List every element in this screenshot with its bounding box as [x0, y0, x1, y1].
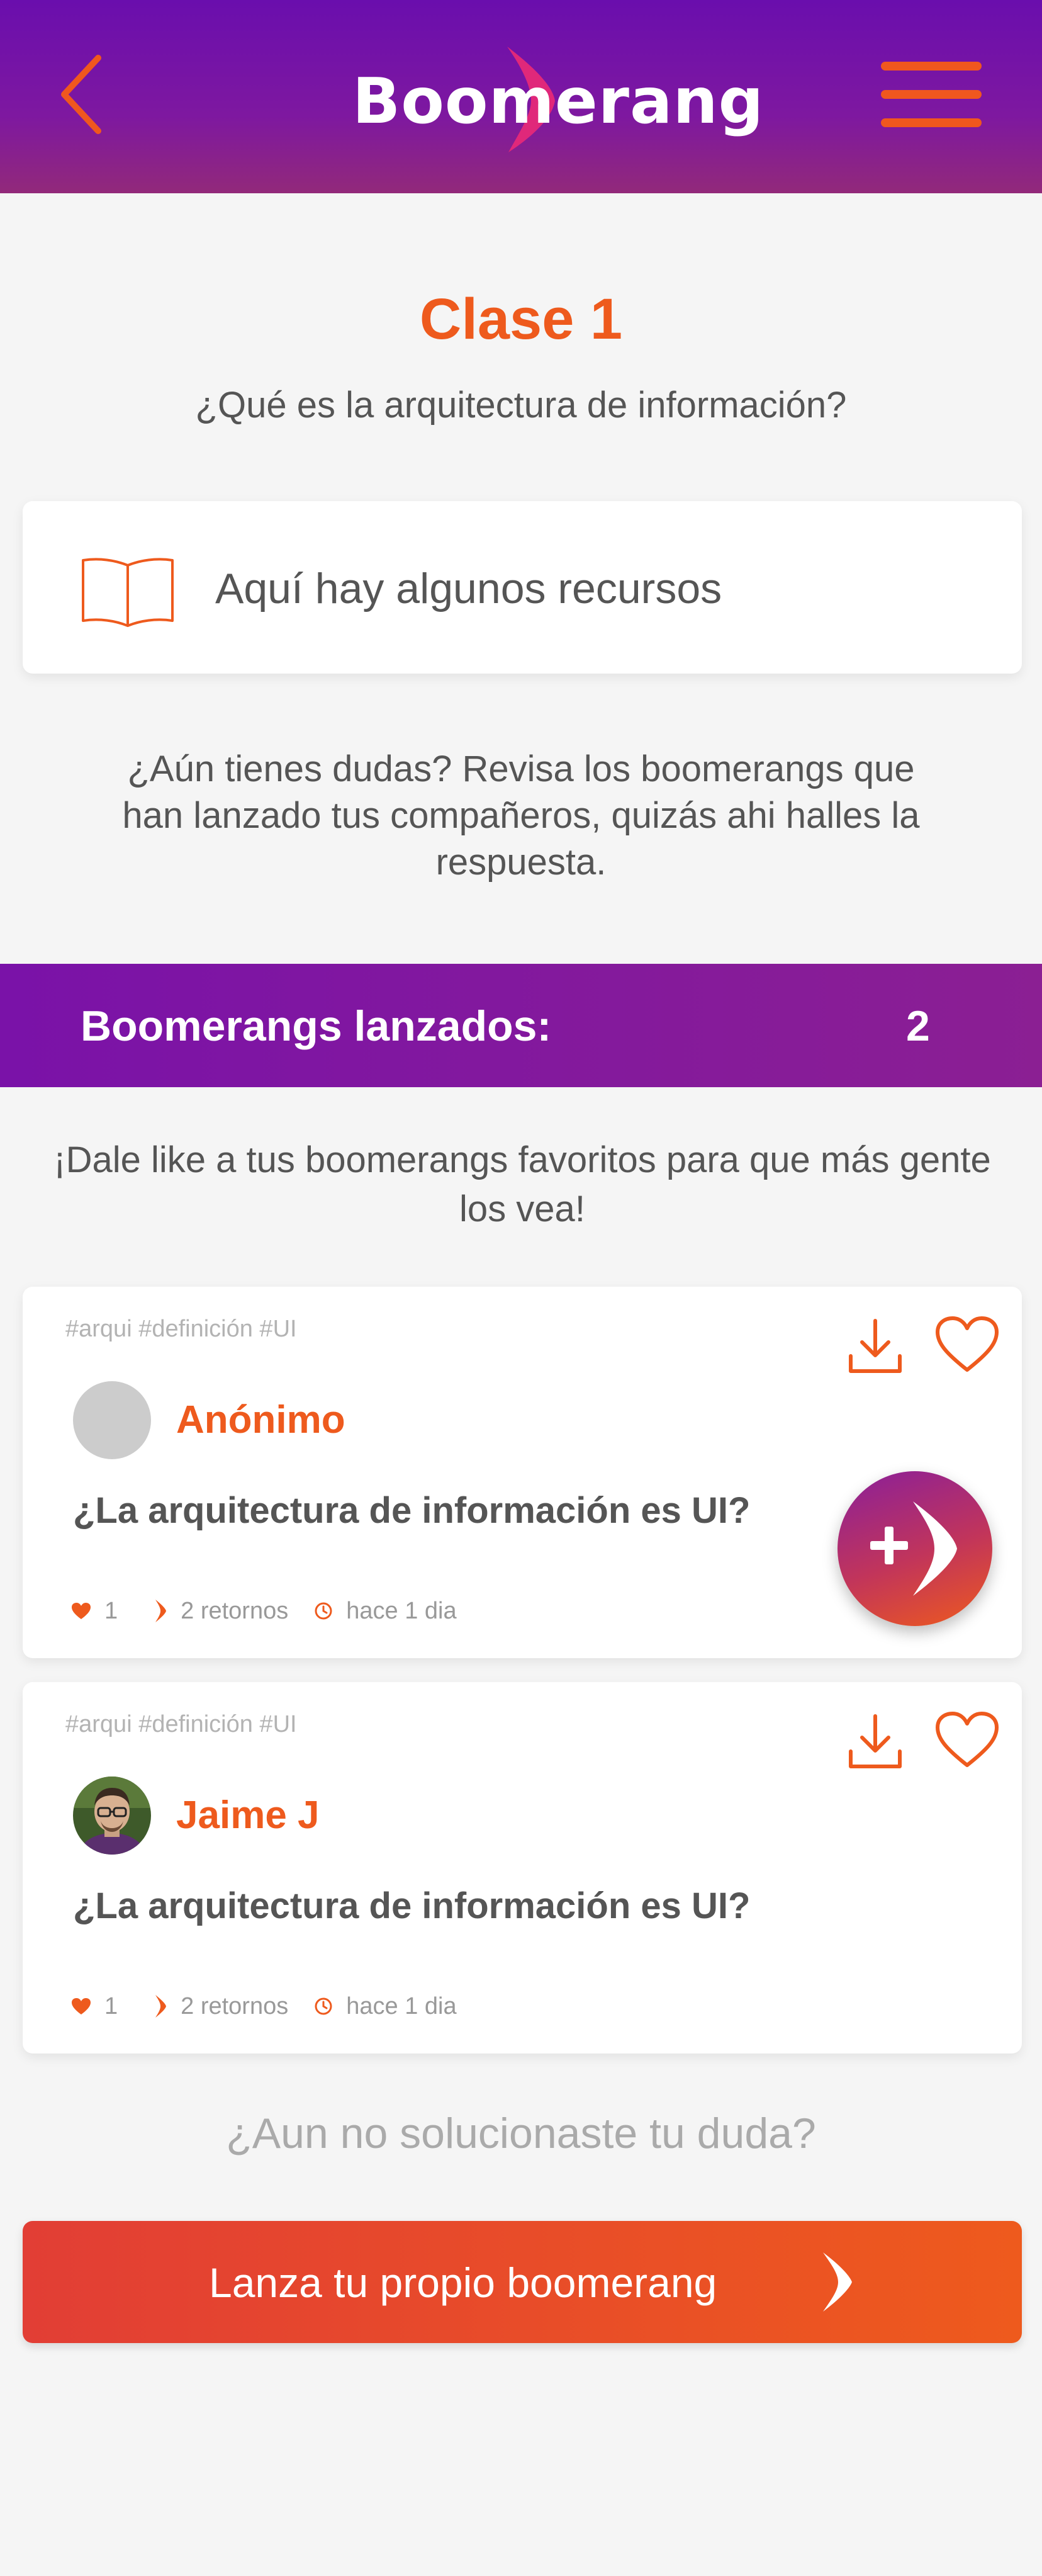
doubts-text: ¿Aún tienes dudas? Revisa los boomerangs… — [122, 749, 920, 883]
heart-icon[interactable] — [934, 1314, 1000, 1375]
resources-card[interactable]: Aquí hay algunos recursos — [23, 501, 1022, 674]
download-icon[interactable] — [847, 1712, 904, 1770]
boomerang-icon — [155, 1600, 167, 1622]
hamburger-menu-icon — [881, 62, 982, 127]
chevron-left-icon — [61, 55, 101, 134]
launch-boomerang-button[interactable]: Lanza tu propio boomerang — [23, 2221, 1022, 2343]
not-solved-text: ¿Aun no solucionaste tu duda? — [226, 2110, 816, 2157]
heart-filled-icon — [72, 1603, 91, 1619]
resources-label: Aquí hay algunos recursos — [215, 565, 722, 613]
download-icon[interactable] — [847, 1317, 904, 1375]
back-button[interactable] — [54, 50, 111, 138]
user-photo — [73, 1777, 151, 1855]
boomerang-logo: Boomerang — [352, 38, 765, 152]
app-header: Boomerang — [0, 0, 1042, 193]
post-author[interactable]: Jaime J — [176, 1793, 320, 1838]
returns-count: 2 retornos — [181, 1992, 289, 2020]
heart-filled-icon — [72, 1998, 91, 2014]
post-question[interactable]: ¿La arquitectura de información es UI? — [73, 1885, 750, 1927]
heart-icon[interactable] — [934, 1710, 1000, 1770]
like-prompt: ¡Dale like a tus boomerangs favoritos pa… — [53, 1139, 991, 1229]
boomerang-card[interactable]: #arqui #definición #UI Jaime J ¿La arqui… — [23, 1682, 1022, 2053]
post-time: hace 1 dia — [346, 1597, 457, 1624]
post-tags: #arqui #definición #UI — [65, 1711, 297, 1737]
logo-text: Boomerang — [352, 64, 765, 138]
class-title: Clase 1 — [419, 287, 623, 351]
boomerang-chevron-icon — [823, 2252, 852, 2312]
post-meta: 1 2 retornos hace 1 dia — [70, 1595, 457, 1627]
launch-button-label: Lanza tu propio boomerang — [209, 2259, 717, 2306]
clock-icon — [315, 1602, 332, 1620]
post-author[interactable]: Anónimo — [176, 1398, 345, 1442]
post-time: hace 1 dia — [346, 1992, 457, 2020]
class-subtitle: ¿Qué es la arquitectura de información? — [195, 385, 847, 426]
returns-count: 2 retornos — [181, 1597, 289, 1624]
avatar — [73, 1777, 151, 1855]
plus-boomerang-icon — [870, 1501, 957, 1596]
avatar — [73, 1381, 151, 1459]
launched-label: Boomerangs lanzados: — [81, 1002, 552, 1050]
post-question[interactable]: ¿La arquitectura de información es UI? — [73, 1489, 750, 1532]
menu-button[interactable] — [881, 62, 982, 131]
likes-count: 1 — [104, 1597, 118, 1624]
boomerang-icon — [155, 1995, 167, 2018]
launched-count: 2 — [906, 1002, 930, 1050]
book-icon — [82, 558, 174, 627]
post-tags: #arqui #definición #UI — [65, 1316, 297, 1342]
likes-count: 1 — [104, 1992, 118, 2020]
clock-icon — [315, 1997, 332, 2015]
launched-bar: Boomerangs lanzados: 2 — [0, 964, 1042, 1087]
add-boomerang-fab[interactable] — [838, 1471, 992, 1626]
post-meta: 1 2 retornos hace 1 dia — [70, 1991, 457, 2022]
